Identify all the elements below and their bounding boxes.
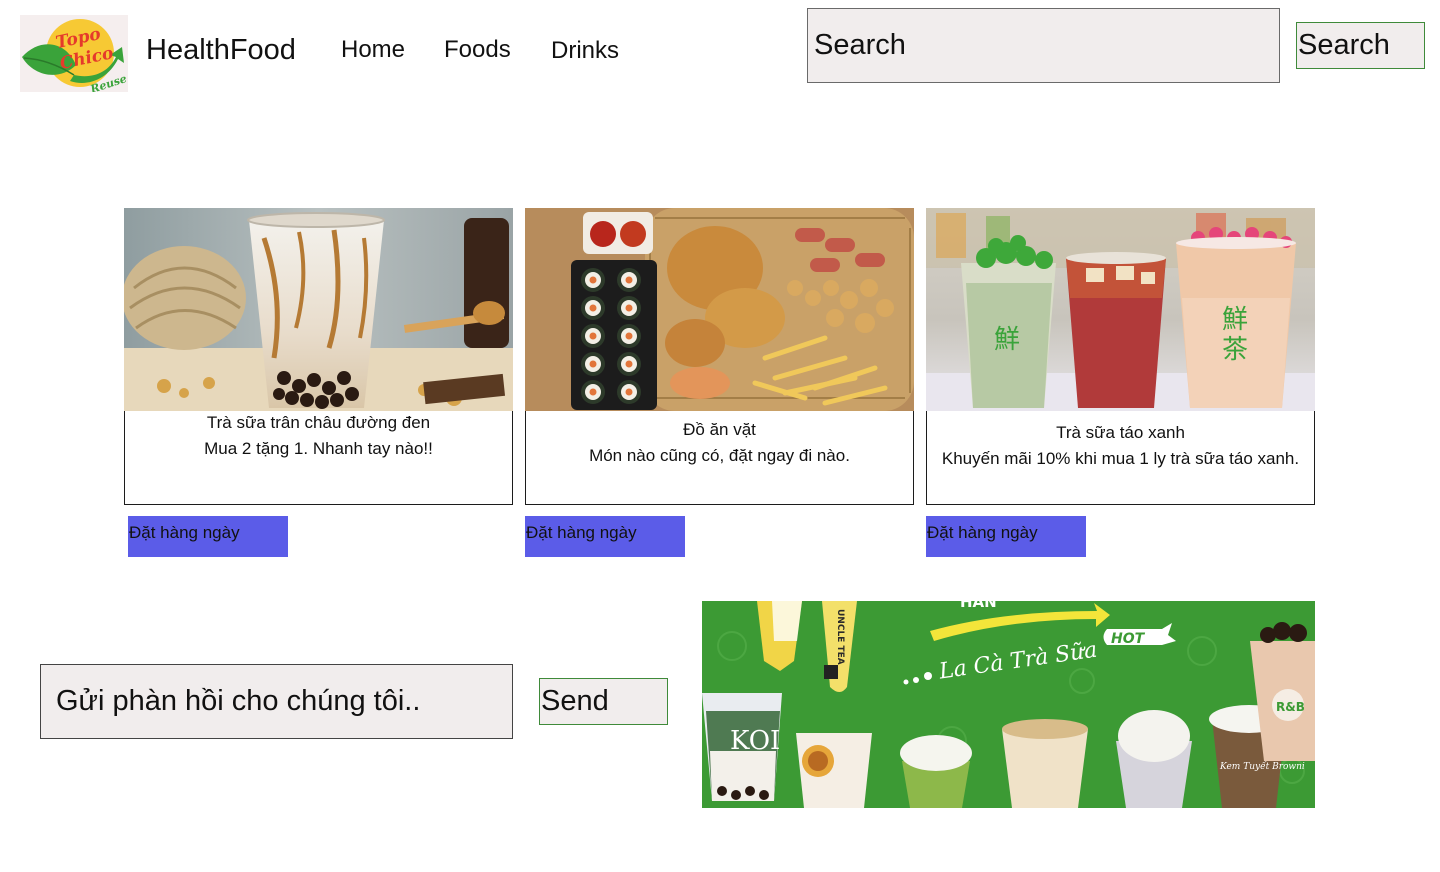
svg-text:KOI: KOI [730, 726, 780, 756]
order-button-snacks[interactable]: Đặt hàng ngày [525, 516, 685, 557]
promo-banner[interactable]: HAN La Cà Trà Sữa HOT UNCLE TEA KOI Kem … [702, 601, 1315, 808]
brand-name: HealthFood [146, 34, 296, 66]
product-card-green-apple-tea: 鮮 鮮 茶 Trà sữa táo xanh Khuyến mãi 10% kh… [926, 208, 1315, 505]
brown-sugar-tea-image[interactable] [124, 208, 513, 411]
svg-text:鮮: 鮮 [994, 325, 1020, 355]
svg-text:鮮: 鮮 [1222, 305, 1248, 335]
svg-text:Kem Tuyết Browni: Kem Tuyết Browni [1219, 761, 1305, 772]
search-input[interactable] [807, 8, 1280, 83]
logo-graphic: Topo Chico Reuse [20, 15, 128, 92]
product-card-snacks: Đồ ăn vặt Món nào cũng có, đặt ngay đi n… [525, 208, 914, 505]
svg-text:HAN: HAN [960, 601, 997, 611]
product-text: Trà sữa trân châu đường đen Mua 2 tặng 1… [125, 410, 512, 462]
snacks-image[interactable] [525, 208, 914, 411]
svg-text:HOT: HOT [1111, 631, 1146, 647]
site-logo[interactable]: Topo Chico Reuse [20, 15, 128, 92]
product-title: Đồ ăn vặt [683, 420, 756, 439]
product-description: Khuyến mãi 10% khi mua 1 ly trà sữa táo … [941, 449, 1300, 468]
order-button-green-apple-tea[interactable]: Đặt hàng ngày [926, 516, 1086, 557]
search-button[interactable]: Search [1296, 22, 1425, 69]
svg-text:茶: 茶 [1222, 335, 1248, 365]
svg-text:R&B: R&B [1276, 700, 1305, 714]
nav-drinks[interactable]: Drinks [551, 35, 619, 67]
product-title: Trà sữa táo xanh [1056, 423, 1185, 442]
green-apple-tea-image[interactable]: 鮮 鮮 茶 [926, 208, 1315, 411]
product-description: Mua 2 tặng 1. Nhanh tay nào!! [204, 439, 433, 458]
banner-graphic: HAN La Cà Trà Sữa HOT UNCLE TEA KOI Kem … [702, 601, 1315, 808]
nav-foods[interactable]: Foods [444, 34, 511, 66]
svg-text:UNCLE TEA: UNCLE TEA [835, 609, 845, 665]
product-description: Món nào cũng có, đặt ngay đi nào. [589, 446, 850, 465]
order-button-brown-sugar-tea[interactable]: Đặt hàng ngày [128, 516, 288, 557]
feedback-input[interactable] [40, 664, 513, 739]
product-text: Trà sữa táo xanh Khuyến mãi 10% khi mua … [927, 420, 1314, 472]
product-title: Trà sữa trân châu đường đen [206, 413, 431, 432]
product-card-brown-sugar-tea: Trà sữa trân châu đường đen Mua 2 tặng 1… [124, 208, 513, 505]
send-button[interactable]: Send [539, 678, 668, 725]
product-text: Đồ ăn vặt Món nào cũng có, đặt ngay đi n… [526, 417, 913, 469]
nav-home[interactable]: Home [341, 34, 405, 66]
